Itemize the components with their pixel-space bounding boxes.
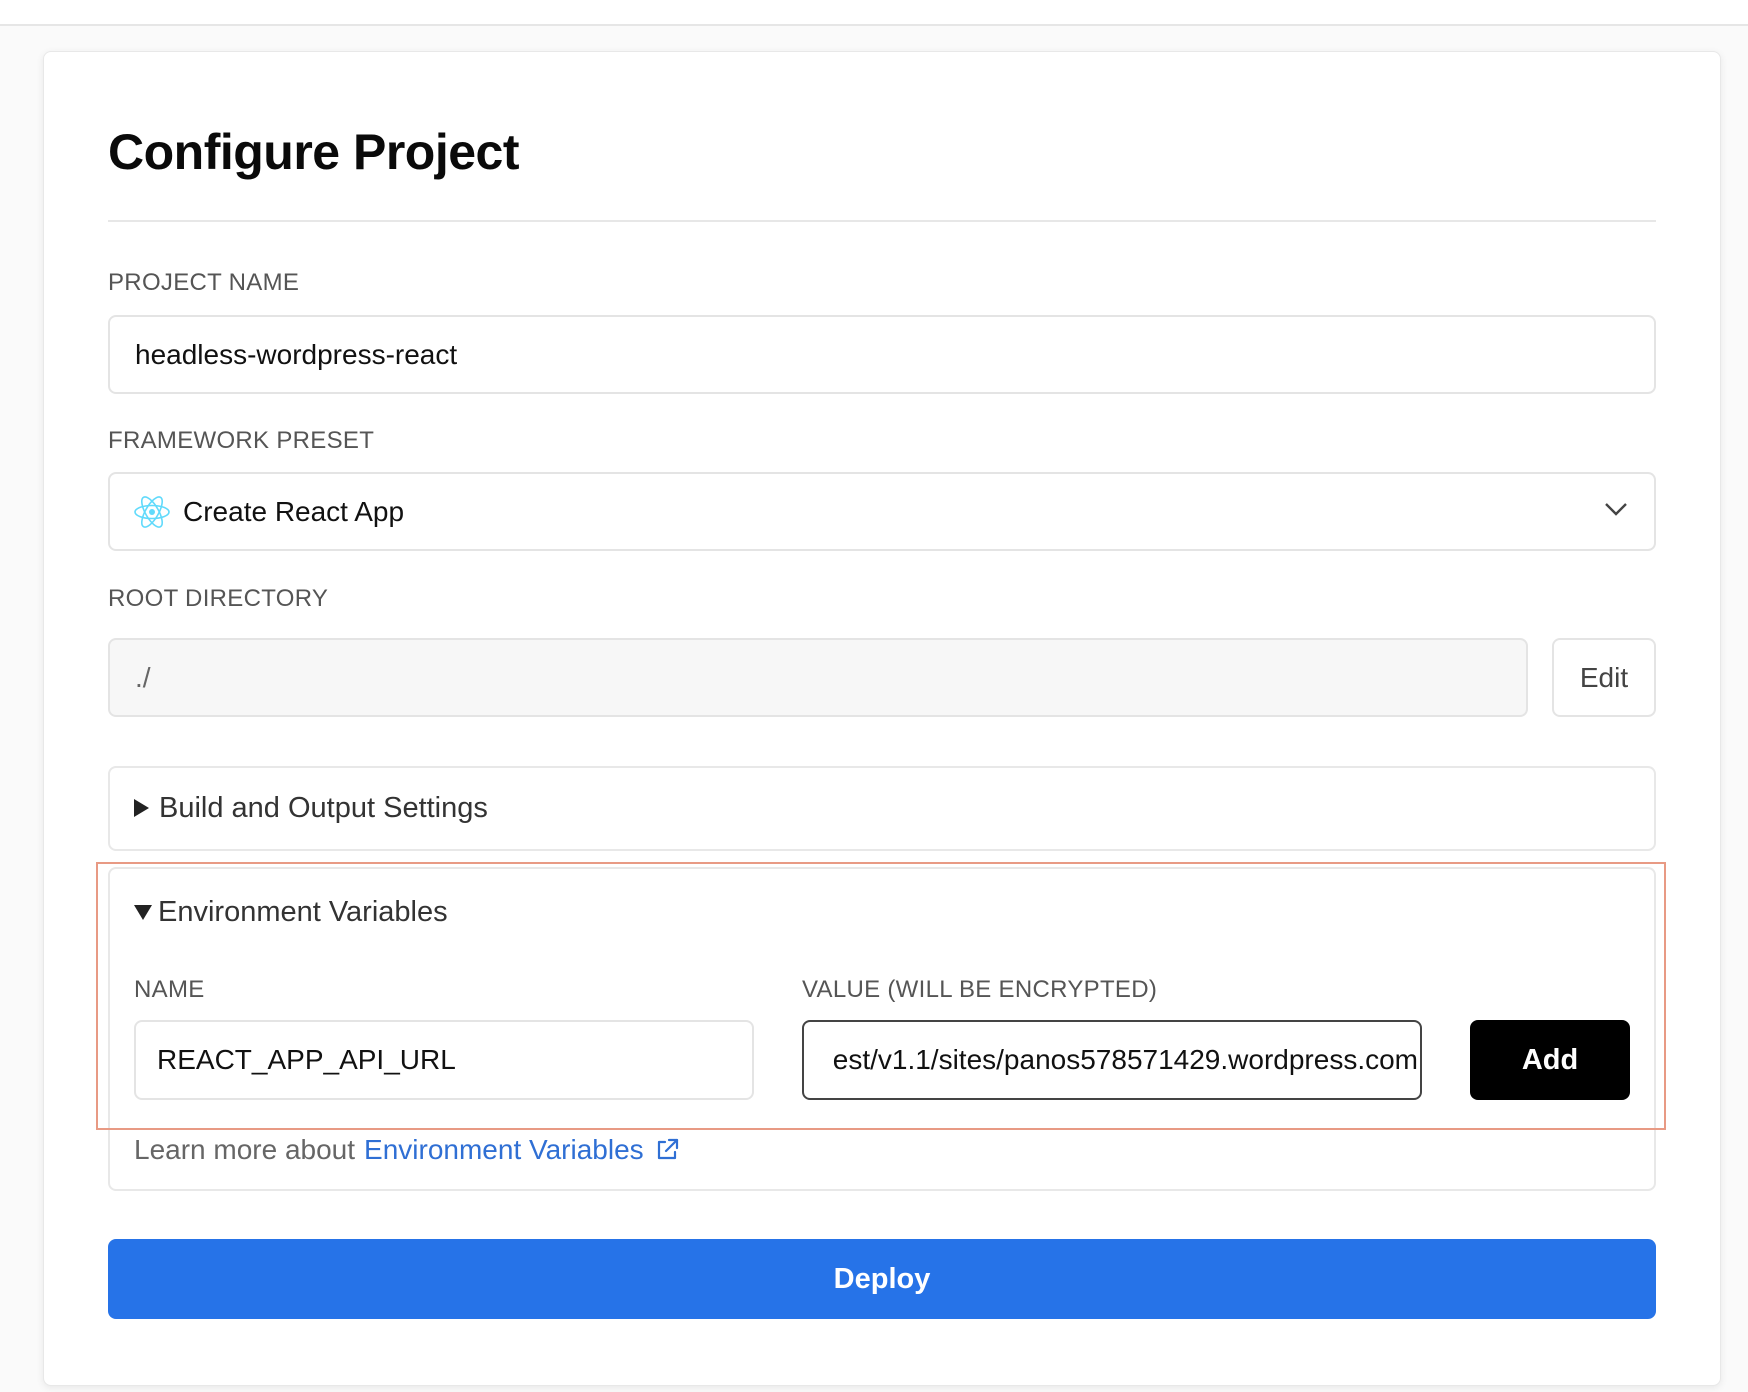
learn-more-prefix: Learn more about: [134, 1134, 356, 1165]
edit-root-directory-button[interactable]: Edit: [1552, 638, 1656, 717]
framework-preset-select[interactable]: Create React App: [108, 472, 1656, 551]
project-name-label: PROJECT NAME: [108, 269, 300, 296]
chevron-down-icon: [1605, 503, 1627, 516]
environment-variables-link[interactable]: Environment Variables: [364, 1132, 644, 1168]
build-output-settings-section[interactable]: Build and Output Settings: [108, 766, 1656, 851]
expand-triangle-icon: [134, 799, 149, 817]
title-divider: [108, 220, 1656, 222]
root-directory-value: ./: [135, 661, 151, 693]
project-name-value: headless-wordpress-react: [135, 338, 458, 370]
learn-more-text: Learn more about Environment Variables: [134, 1132, 680, 1168]
top-bar: [0, 0, 1748, 26]
external-link-icon[interactable]: [654, 1137, 680, 1163]
annotation-highlight-box: [96, 862, 1666, 1130]
framework-preset-label: FRAMEWORK PRESET: [108, 427, 375, 454]
react-logo-icon: [134, 496, 170, 528]
deploy-button[interactable]: Deploy: [108, 1239, 1656, 1319]
page-title: Configure Project: [108, 124, 519, 180]
root-directory-label: ROOT DIRECTORY: [108, 585, 329, 612]
build-output-settings-toggle[interactable]: Build and Output Settings: [134, 790, 488, 826]
root-directory-input: ./: [108, 638, 1528, 717]
project-name-input[interactable]: headless-wordpress-react: [108, 315, 1656, 394]
build-output-settings-label: Build and Output Settings: [159, 792, 488, 824]
